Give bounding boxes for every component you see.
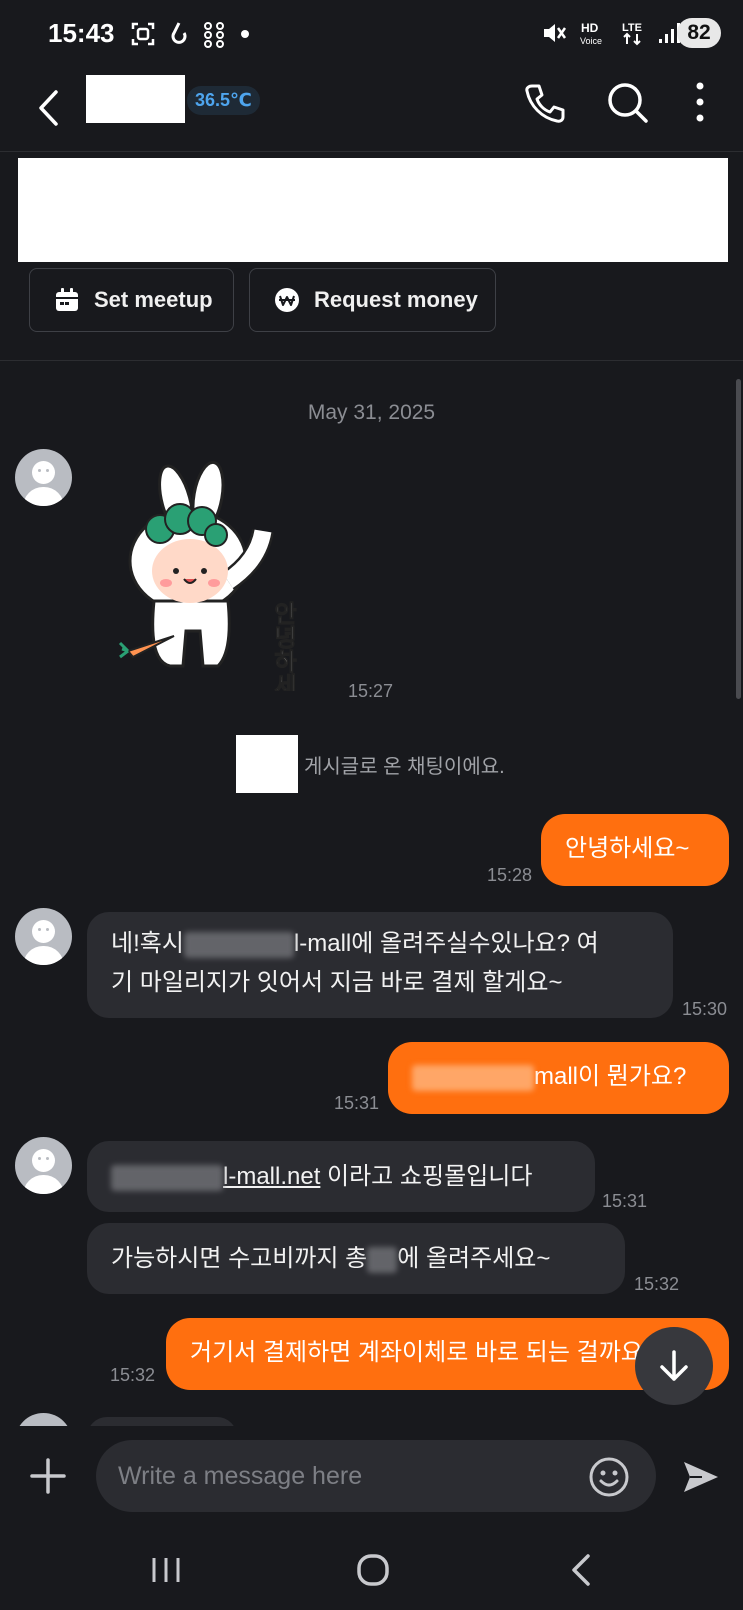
outgoing-message[interactable]: 안녕하세요~ [541,814,729,886]
scroll-to-bottom-button[interactable] [635,1327,713,1405]
status-time: 15:43 [48,18,115,48]
more-options-button[interactable] [680,78,720,128]
message-time: 15:31 [334,1093,380,1113]
back-button[interactable] [30,82,70,132]
message-time: 15:27 [348,681,394,701]
message-composer [0,1426,743,1530]
message-text: l-mall에 올려주실수있나요? 여 [293,930,599,957]
hd-voice-icon: HDVoice [580,21,602,46]
search-button[interactable] [604,78,652,128]
message-text: mall이 뭔가요? [534,1063,687,1090]
battery-icon: 82 [677,18,721,48]
incoming-message[interactable]: 가능하시면 수고비까지 총 에 올려주세요~ [87,1223,625,1294]
avatar[interactable] [15,449,72,506]
status-left-icons [130,20,250,48]
bunny-sticker-image: 안녕하세요 [118,460,298,722]
message-time: 15:32 [110,1365,156,1385]
dot-icon [241,30,249,38]
incoming-message[interactable]: 네!혹시 l-mall에 올려주실수있나요? 여 기 마일리지가 잇어서 지금 바… [87,912,673,1018]
home-button[interactable] [349,1546,397,1594]
set-meetup-button[interactable]: Set meetup [29,268,234,332]
send-icon [684,1462,718,1492]
message-input[interactable] [96,1440,656,1512]
message-time: 15:31 [602,1191,648,1211]
system-nav-bar [0,1530,743,1610]
svg-text:HD: HD [581,21,599,35]
plus-icon [30,1458,66,1494]
svg-text:LTE: LTE [622,22,642,34]
phone-icon [525,84,565,123]
redacted-text [111,1164,223,1191]
lte-icon: LTE [622,22,642,46]
avatar[interactable] [15,1413,72,1426]
won-coin-icon [275,288,299,312]
message-text: 네!혹시 [111,930,184,957]
dots-grid-icon [204,22,224,48]
incoming-message[interactable] [87,1417,237,1426]
chat-header: 36.5℃ [0,66,743,152]
notification-icon [171,22,187,44]
post-notice: 게시글로 온 채팅이에요. [236,735,505,793]
recent-apps-icon [152,1558,180,1582]
date-separator: May 31, 2025 [307,401,436,424]
shopping-mall-link[interactable]: l-mall.net [223,1163,320,1190]
search-icon [608,83,648,123]
calendar-icon [56,288,78,311]
contact-name-redacted [86,75,185,123]
scrollbar[interactable] [736,379,741,699]
recent-apps-button[interactable] [142,1546,190,1594]
manner-temperature-badge: 36.5℃ [187,86,260,115]
post-notice-text: 게시글로 온 채팅이에요. [304,755,505,778]
call-button[interactable] [520,78,568,128]
emoji-button[interactable] [588,1456,630,1498]
redacted-text [367,1246,398,1273]
send-button[interactable] [680,1456,722,1498]
nav-back-button[interactable] [558,1546,606,1594]
redacted-text [412,1064,534,1091]
incoming-message[interactable]: l-mall.net 이라고 쇼핑몰입니다 [87,1141,595,1212]
message-text: 에 올려주세요~ [397,1245,551,1272]
message-time: 15:32 [634,1274,680,1294]
status-bar: 15:43 HD Voice LTE 82 [0,0,743,66]
message-text: 기 마일리지가 잇어서 지금 바로 결제 할게요~ [111,969,563,996]
nav-back-icon [572,1554,590,1586]
sticker-text: 안녕하세요 [269,601,297,691]
chat-messages[interactable]: May 31, 2025 안녕하세요 15:27 게시글로 온 채팅이에요. 1… [0,361,743,1426]
arrow-down-icon [660,1350,688,1381]
message-time: 15:28 [487,865,533,885]
outgoing-message[interactable]: mall이 뭔가요? [388,1042,729,1114]
emoji-icon [589,1457,629,1497]
avatar[interactable] [15,908,72,965]
post-thumbnail-redacted[interactable] [236,735,298,793]
screenshot-icon [131,22,155,46]
home-icon [357,1554,389,1586]
back-arrow-icon [39,90,58,126]
sticker-bunny[interactable]: 안녕하세요 [118,460,318,722]
attach-button[interactable] [28,1456,68,1496]
more-vert-icon [696,82,704,122]
message-text: 안녕하세요~ [565,835,690,862]
request-money-button[interactable]: Request money [249,268,496,332]
set-meetup-label: Set meetup [94,287,213,312]
message-text: 가능하시면 수고비까지 총 [111,1245,368,1272]
message-text: 거기서 결제하면 계좌이체로 바로 되는 걸까요? [190,1339,657,1366]
mute-icon [544,24,567,42]
status-right-icons: HD Voice LTE [541,20,681,46]
product-info-redacted[interactable] [18,158,728,262]
svg-text:Voice: Voice [580,36,602,46]
redacted-text [183,931,294,958]
avatar[interactable] [15,1137,72,1194]
request-money-label: Request money [314,287,478,312]
message-text: 이라고 쇼핑몰입니다 [320,1163,533,1190]
message-time: 15:30 [682,999,728,1019]
